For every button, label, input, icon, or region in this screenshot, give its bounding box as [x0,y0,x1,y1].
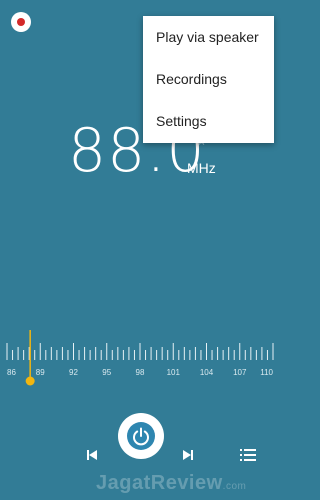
watermark: JagatReview.com [96,472,247,494]
dial-label: 104 [200,368,214,377]
dial-label: 89 [36,368,45,377]
frequency-dial[interactable]: 86 89 92 95 98 101 104 107 110 [0,325,281,405]
dial-label: 86 [7,368,16,377]
dial-labels: 86 89 92 95 98 101 104 107 110 [7,368,274,377]
dial-label: 107 [233,368,247,377]
dial-label: 92 [69,368,78,377]
dial-label: 101 [167,368,181,377]
dial-label: 110 [260,368,273,377]
dial-label: 98 [136,368,145,377]
skip-next-icon[interactable] [183,450,193,460]
skip-previous-icon[interactable] [87,450,97,460]
frequency-indicator[interactable] [25,330,35,386]
record-icon [17,18,25,26]
menu-item-recordings[interactable]: Recordings [143,58,274,100]
record-button[interactable] [11,12,31,32]
overflow-menu: Play via speaker Recordings Settings [143,16,274,143]
indicator-knob[interactable] [25,376,35,386]
dial-label: 95 [102,368,111,377]
power-icon [133,427,149,446]
frequency-unit: MHz [187,160,216,176]
list-icon[interactable] [240,449,256,461]
dial-ticks [6,343,274,360]
menu-item-settings[interactable]: Settings [143,100,274,142]
menu-item-play-via-speaker[interactable]: Play via speaker [143,16,274,58]
